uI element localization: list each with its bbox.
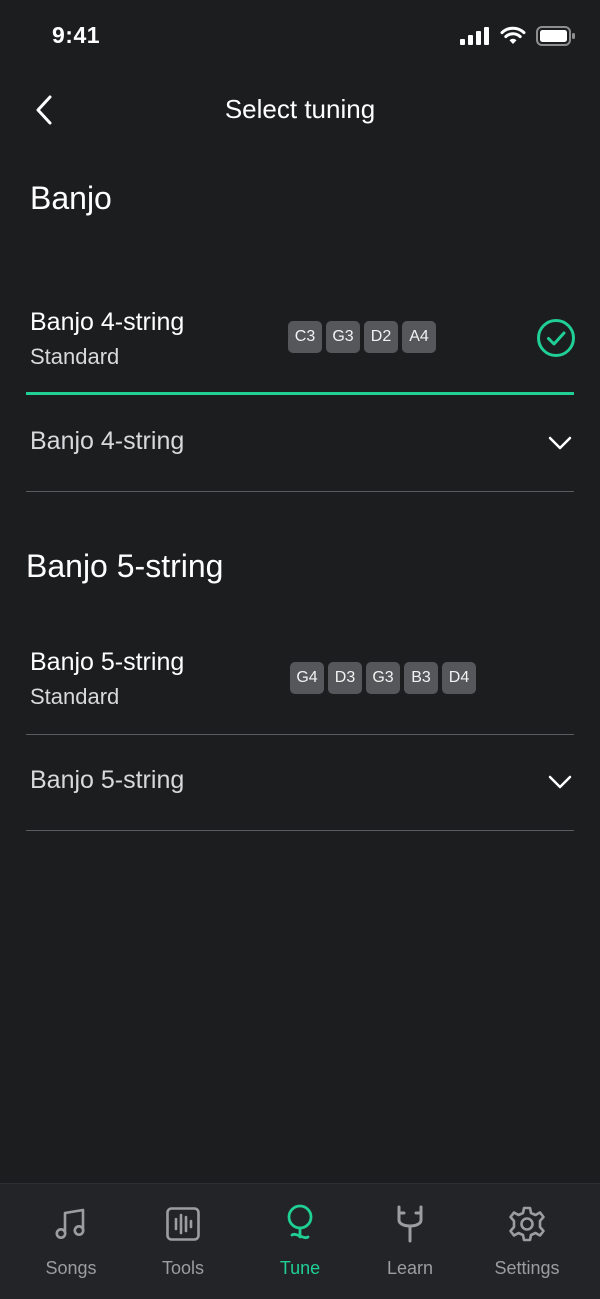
note-chip: A4	[402, 321, 436, 353]
tuning-option-banjo-4-string-standard[interactable]: Banjo 4-string Standard C3 G3 D2 A4	[26, 300, 575, 390]
note-chip: G3	[326, 321, 360, 353]
note-chips: G4 D3 G3 B3 D4	[290, 662, 476, 694]
tab-tools[interactable]: Tools	[133, 1204, 233, 1279]
status-time: 9:41	[52, 22, 101, 48]
expand-row-label: Banjo 4-string	[30, 427, 185, 455]
note-chip: D2	[364, 321, 398, 353]
tuning-title: Banjo 5-string	[30, 648, 185, 676]
gear-icon	[509, 1206, 545, 1242]
expand-row-label: Banjo 5-string	[30, 766, 185, 794]
note-chip: C3	[288, 321, 322, 353]
note-chip: G4	[290, 662, 324, 694]
status-icons	[460, 26, 576, 46]
note-chip: B3	[404, 662, 438, 694]
music-note-icon	[55, 1208, 85, 1239]
waveform-icon	[166, 1207, 200, 1241]
selected-check-icon	[537, 319, 575, 357]
tab-label: Learn	[386, 1258, 434, 1278]
divider	[26, 491, 574, 492]
selected-indicator	[26, 392, 574, 395]
note-chip: G3	[366, 662, 400, 694]
expand-row-banjo-5-string[interactable]: Banjo 5-string	[26, 754, 574, 814]
expand-row-banjo-4-string[interactable]: Banjo 4-string	[26, 415, 574, 475]
divider	[26, 734, 574, 735]
tuning-subtitle: Standard	[30, 684, 120, 709]
select-tuning-screen: 9:41 Select tuning Banjo Banjo 4-string …	[0, 0, 600, 1299]
tab-settings[interactable]: Settings	[477, 1204, 577, 1279]
tab-tune[interactable]: Tune	[250, 1204, 350, 1279]
page-title: Select tuning	[224, 94, 376, 124]
fork-icon	[397, 1205, 423, 1243]
chevron-down-icon	[548, 775, 572, 789]
cellular-signal-icon	[460, 27, 489, 45]
tab-bar: Songs Tools Tune Learn Settings	[0, 1183, 600, 1299]
tab-songs[interactable]: Songs	[21, 1204, 121, 1279]
section-heading-banjo: Banjo	[30, 180, 112, 216]
tuning-option-banjo-5-string-standard[interactable]: Banjo 5-string Standard G4 D3 G3 B3 D4	[26, 640, 574, 730]
tuning-peg-icon	[287, 1204, 313, 1240]
tab-label: Settings	[494, 1258, 560, 1278]
nav-bar: Select tuning	[0, 80, 600, 140]
status-bar: 9:41	[0, 0, 600, 72]
tab-label: Tune	[279, 1258, 321, 1278]
tuning-subtitle: Standard	[30, 344, 120, 369]
wifi-icon	[500, 26, 526, 44]
chevron-down-icon	[548, 436, 572, 450]
divider	[26, 830, 574, 831]
tab-label: Songs	[45, 1258, 97, 1278]
note-chip: D4	[442, 662, 476, 694]
tab-learn[interactable]: Learn	[360, 1204, 460, 1279]
note-chips: C3 G3 D2 A4	[288, 321, 436, 353]
section-heading-banjo-5-string: Banjo 5-string	[26, 548, 224, 584]
note-chip: D3	[328, 662, 362, 694]
tuning-title: Banjo 4-string	[30, 308, 185, 336]
battery-icon	[536, 26, 575, 46]
tab-label: Tools	[161, 1258, 205, 1278]
